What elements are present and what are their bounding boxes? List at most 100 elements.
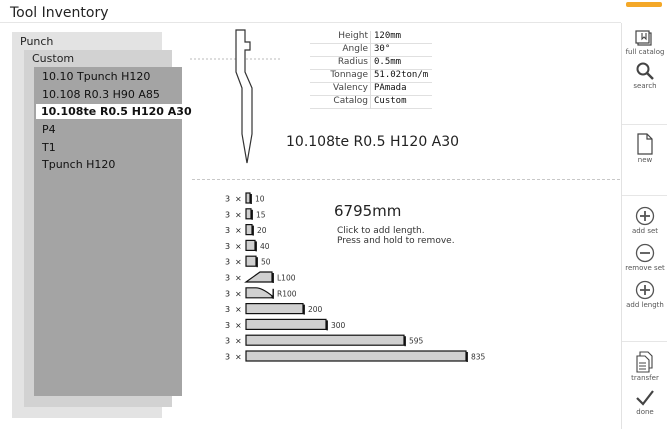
spec-row-tonnage: Tonnage 51.02ton/m (310, 70, 432, 83)
spec-value: 51.02ton/m (374, 70, 429, 80)
new-button[interactable]: new (622, 133, 667, 164)
spec-divider (370, 31, 371, 44)
segment-bar[interactable] (245, 239, 256, 252)
segment-bar[interactable] (245, 208, 252, 220)
segment-times: × (235, 242, 242, 251)
segment-length: 50 (261, 258, 271, 267)
tree-group-custom[interactable]: Custom (32, 52, 74, 65)
spec-row-valency: Valency PAmada (310, 83, 432, 96)
segment-bar[interactable] (244, 271, 273, 283)
new-document-icon (637, 133, 653, 155)
segment-length: 15 (256, 210, 266, 219)
segment-row[interactable]: 3 × 10 (225, 192, 265, 204)
segment-times: × (235, 305, 242, 314)
punch-outline (235, 29, 253, 164)
tool-item[interactable]: 10.10 Tpunch H120 (42, 70, 150, 83)
segment-length: 40 (260, 242, 270, 251)
transfer-button[interactable]: transfer (622, 351, 667, 382)
toolbar-divider (622, 341, 667, 342)
transfer-icon (636, 351, 653, 373)
spec-table: Height 120mm Angle 30° Radius 0.5mm Tonn… (310, 31, 432, 109)
catalog-icon (635, 30, 652, 46)
spec-value: Custom (374, 96, 407, 106)
segment-times: × (235, 210, 242, 219)
spec-key: Tonnage (330, 70, 368, 80)
done-button[interactable]: done (622, 389, 667, 416)
segment-length: L100 (277, 274, 296, 283)
plus-circle-icon (635, 280, 655, 300)
segment-row[interactable]: 3 × 40 (225, 239, 270, 252)
segment-row[interactable]: 3 × R100 (225, 287, 297, 299)
segment-times: × (235, 274, 242, 283)
remove-set-button[interactable]: remove set (622, 243, 667, 272)
add-length-button[interactable]: add length (622, 280, 667, 309)
spec-divider (370, 96, 371, 109)
tool-item-selected[interactable]: 10.108te R0.5 H120 A30 (36, 104, 192, 119)
full-catalog-label: full catalog (625, 48, 665, 56)
segment-times: × (235, 289, 242, 298)
spec-value: 30° (374, 44, 391, 54)
spec-divider (370, 83, 371, 96)
tool-item[interactable]: T1 (42, 141, 56, 154)
segment-length: 10 (255, 195, 265, 204)
remove-set-label: remove set (625, 264, 665, 272)
segment-bar[interactable] (245, 223, 253, 236)
spec-row-catalog: Catalog Custom (310, 96, 432, 109)
accent-bar (626, 2, 662, 7)
segment-length: 200 (308, 305, 323, 314)
segment-bar[interactable] (245, 302, 304, 315)
total-length: 6795mm (334, 202, 402, 220)
spec-key: Valency (333, 83, 368, 93)
spec-key: Radius (337, 57, 368, 67)
right-toolbar: full catalog search new add set remove s… (621, 23, 667, 429)
spec-value: PAmada (374, 83, 407, 93)
segment-bar[interactable] (245, 334, 405, 346)
segment-count: 3 (225, 337, 230, 346)
segment-times: × (235, 195, 242, 204)
segment-row[interactable]: 3 × 20 (225, 223, 267, 236)
spec-value: 120mm (374, 31, 402, 41)
segment-length: 20 (257, 226, 267, 235)
segment-bar[interactable] (245, 192, 251, 204)
spec-value: 0.5mm (374, 57, 402, 67)
search-label: search (633, 82, 657, 90)
segment-count: 3 (225, 258, 230, 267)
checkmark-icon (636, 390, 654, 406)
add-set-button[interactable]: add set (622, 206, 667, 235)
segment-length: 595 (409, 337, 424, 346)
segment-count: 3 (225, 226, 230, 235)
segment-count: 3 (225, 195, 230, 204)
segment-row[interactable]: 3 × L100 (225, 271, 296, 283)
segment-count: 3 (225, 353, 230, 362)
segment-times: × (235, 258, 242, 267)
segment-row[interactable]: 3 × 50 (225, 255, 271, 268)
spec-key: Catalog (333, 96, 368, 106)
done-label: done (636, 408, 654, 416)
segment-bar[interactable] (245, 255, 257, 267)
segment-row[interactable]: 3 × 835 (225, 350, 486, 362)
transfer-label: transfer (631, 374, 659, 382)
segment-row[interactable]: 3 × 300 (225, 318, 346, 331)
segment-times: × (235, 353, 242, 362)
segment-row[interactable]: 3 × 15 (225, 208, 266, 220)
segment-length: R100 (277, 289, 297, 298)
tool-item[interactable]: P4 (42, 123, 56, 136)
tool-item[interactable]: 10.108 R0.3 H90 A85 (42, 88, 160, 101)
segment-bar[interactable] (245, 318, 327, 330)
section-divider (192, 179, 620, 180)
window-title: Tool Inventory (10, 5, 109, 21)
segment-row[interactable]: 3 × 200 (225, 302, 323, 315)
tree-root-punch[interactable]: Punch (20, 35, 53, 48)
tool-item[interactable]: Tpunch H120 (42, 158, 115, 171)
toolbar-divider (622, 195, 667, 196)
segment-bar[interactable] (245, 350, 467, 362)
search-button[interactable]: search (622, 61, 667, 90)
segment-row[interactable]: 3 × 595 (225, 334, 424, 347)
segment-count: 3 (225, 321, 230, 330)
full-catalog-button[interactable]: full catalog (622, 29, 667, 56)
minus-circle-icon (635, 243, 655, 263)
spec-divider (370, 57, 371, 70)
add-length-label: add length (626, 301, 664, 309)
punch-profile-drawing (190, 29, 280, 164)
segment-bar[interactable] (245, 287, 273, 299)
